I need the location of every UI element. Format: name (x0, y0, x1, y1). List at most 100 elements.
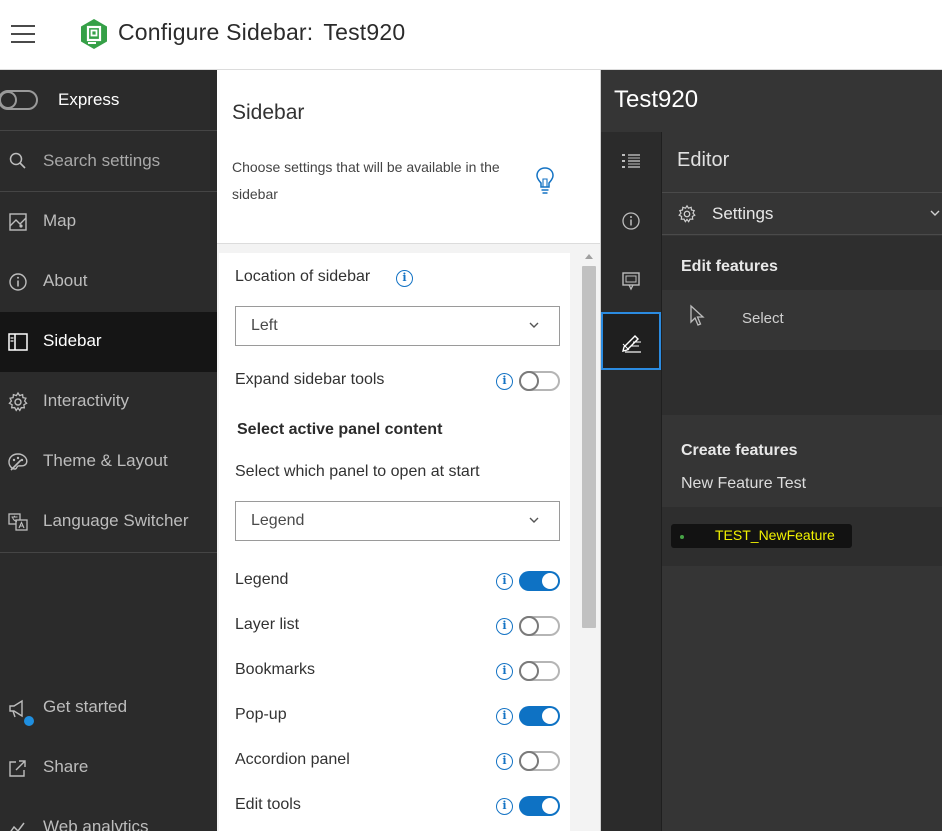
legend-switch[interactable] (519, 571, 560, 591)
nav-item-sidebar[interactable]: Sidebar (0, 312, 217, 372)
search-settings[interactable]: Search settings (0, 131, 217, 192)
edit-features-section: Edit features Select (662, 236, 942, 415)
location-select[interactable]: Left (235, 306, 560, 346)
nav-item-label: Share (43, 757, 89, 776)
express-label: Express (58, 90, 120, 109)
info-icon[interactable]: i (396, 270, 413, 287)
nav-item-label: Map (43, 211, 77, 230)
active-panel-select-value: Legend (251, 512, 305, 529)
sidebar-icon (8, 333, 28, 351)
select-tool-button[interactable]: Select (662, 290, 942, 350)
list-icon (622, 154, 640, 168)
lightbulb-icon[interactable] (535, 166, 555, 196)
express-row: Express (0, 70, 217, 131)
info-icon[interactable]: i (496, 798, 513, 815)
feature-template-item[interactable]: TEST_NewFeature (662, 507, 942, 566)
app-header: Configure Sidebar: Test920 (0, 0, 942, 70)
cursor-arrow-icon (690, 304, 705, 326)
map-icon (9, 213, 27, 231)
nav-item-interactivity[interactable]: Interactivity (0, 372, 217, 432)
bookmarks-switch[interactable] (519, 661, 560, 681)
edit-features-heading: Edit features (681, 258, 778, 275)
create-features-heading: Create features (681, 442, 798, 459)
expand-sidebar-tools-label: Expand sidebar tools (235, 371, 385, 388)
search-settings-placeholder: Search settings (43, 151, 161, 170)
scrollbar-thumb[interactable] (582, 266, 596, 628)
info-icon[interactable]: i (496, 663, 513, 680)
settings-label: Settings (712, 204, 774, 223)
rail-button-legend[interactable] (601, 132, 661, 190)
layer-list-switch[interactable] (519, 616, 560, 636)
editor-settings-row[interactable]: Settings (662, 192, 942, 235)
point-symbol-icon (680, 535, 684, 539)
toggle-label-legend: Legend (235, 571, 289, 588)
config-header: Sidebar Choose settings that will be ava… (217, 70, 600, 244)
create-features-section: Create features New Feature Test TEST_Ne… (662, 415, 942, 569)
toggle-label-edit-tools: Edit tools (235, 796, 301, 813)
analytics-icon (10, 822, 25, 831)
toggle-label-accordion-panel: Accordion panel (235, 751, 350, 768)
nav-item-label: About (43, 271, 88, 290)
info-icon[interactable]: i (496, 573, 513, 590)
nav-item-about[interactable]: About (0, 252, 217, 312)
chevron-down-icon (529, 517, 539, 523)
active-panel-heading: Select active panel content (237, 421, 443, 438)
chevron-down-icon (930, 210, 940, 216)
toggle-label-layer-list: Layer list (235, 616, 300, 633)
config-title: Sidebar (232, 101, 305, 124)
palette-icon (8, 453, 28, 471)
info-icon[interactable]: i (496, 618, 513, 635)
nav-item-label: Web analytics (43, 817, 149, 831)
nav-item-label: Sidebar (43, 331, 102, 350)
editor-panel: Editor Settings Edit features Select Cre… (662, 132, 942, 831)
express-toggle[interactable] (0, 90, 38, 110)
nav-item-label: Language Switcher (43, 511, 189, 530)
edit-tools-switch[interactable] (519, 796, 560, 816)
nav-item-label: Theme & Layout (43, 451, 168, 470)
settings-nav: Express Search settings Map About Sideba… (0, 70, 217, 831)
popup-icon (622, 272, 640, 291)
nav-item-label: Get started (43, 697, 128, 716)
notification-badge (24, 716, 34, 726)
app-logo-icon (81, 19, 107, 49)
language-icon (8, 513, 28, 531)
expand-sidebar-tools-switch[interactable] (519, 371, 560, 391)
nav-item-web-analytics[interactable]: Web analytics (0, 798, 217, 831)
nav-item-get-started[interactable]: Get started (0, 678, 217, 738)
chevron-down-icon (529, 322, 539, 328)
share-icon (9, 760, 26, 777)
nav-item-label: Interactivity (43, 391, 129, 410)
select-tool-label: Select (742, 310, 784, 327)
rail-button-editor[interactable] (601, 312, 661, 370)
nav-item-map[interactable]: Map (0, 192, 217, 252)
rail-button-popup[interactable] (601, 252, 661, 310)
info-icon[interactable]: i (496, 373, 513, 390)
gear-icon (8, 391, 28, 412)
preview-title: Test920 (614, 86, 699, 113)
popup-switch[interactable] (519, 706, 560, 726)
app-name: Test920 (323, 19, 406, 45)
info-icon (9, 273, 27, 291)
info-icon (622, 212, 640, 230)
info-icon[interactable]: i (496, 753, 513, 770)
info-icon[interactable]: i (496, 708, 513, 725)
config-description: Choose settings that will be available i… (232, 159, 500, 202)
rail-button-about[interactable] (601, 192, 661, 250)
active-panel-select[interactable]: Legend (235, 501, 560, 541)
location-select-value: Left (251, 317, 278, 334)
nav-item-theme-layout[interactable]: Theme & Layout (0, 432, 217, 492)
toggle-label-popup: Pop-up (235, 706, 287, 723)
nav-divider (0, 552, 217, 553)
nav-item-language-switcher[interactable]: Language Switcher (0, 492, 217, 552)
nav-item-share[interactable]: Share (0, 738, 217, 798)
layer-name: New Feature Test (681, 475, 807, 492)
scroll-up-arrow-icon[interactable] (585, 254, 593, 259)
hamburger-menu-icon[interactable] (11, 23, 35, 45)
page-title: Configure Sidebar: Test920 (118, 19, 405, 46)
accordion-panel-switch[interactable] (519, 751, 560, 771)
page-title-prefix: Configure Sidebar: (118, 19, 314, 45)
preview-action-rail (601, 132, 662, 831)
toggle-label-bookmarks: Bookmarks (235, 661, 316, 678)
app-preview: Test920 Editor Settings Edit features Se… (601, 70, 942, 831)
search-icon (9, 152, 26, 169)
